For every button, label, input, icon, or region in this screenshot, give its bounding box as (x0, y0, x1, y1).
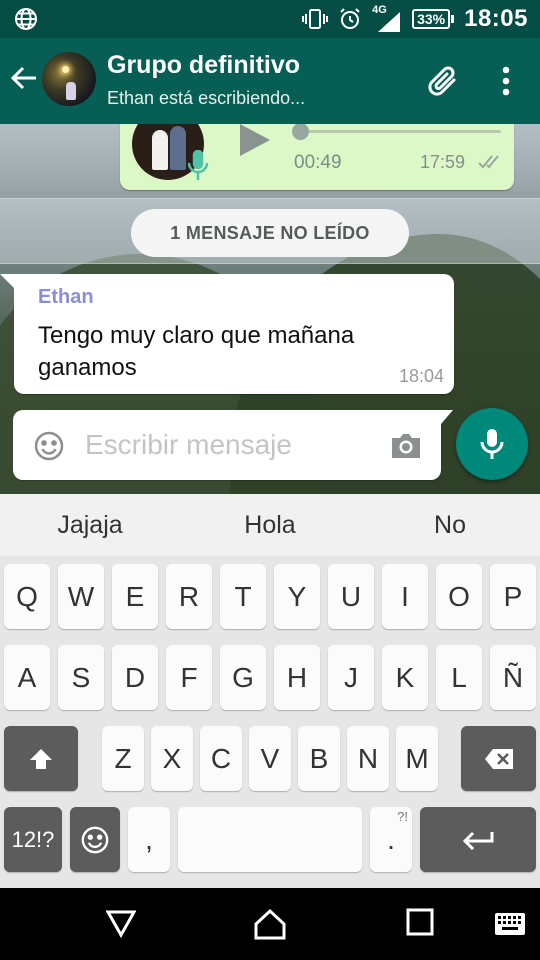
key-l[interactable]: L (436, 645, 482, 710)
key-v[interactable]: V (249, 726, 291, 791)
chat-header: Grupo definitivo Ethan está escribiendo.… (0, 38, 540, 124)
typing-status[interactable]: Ethan está escribiendo... (107, 88, 305, 109)
attach-icon[interactable] (426, 64, 462, 100)
compose-tail (441, 410, 453, 424)
photo-figure-1 (152, 130, 168, 170)
home-nav-icon[interactable] (254, 908, 286, 940)
avatar-figure (66, 82, 76, 100)
shift-arrow-icon (30, 748, 52, 769)
key-n-tilde[interactable]: Ñ (490, 645, 536, 710)
mic-small-icon (187, 150, 209, 180)
enter-icon (462, 831, 494, 850)
back-arrow-icon[interactable] (10, 64, 38, 92)
suggestion-1[interactable]: Jajaja (0, 494, 180, 556)
key-f[interactable]: F (166, 645, 212, 710)
key-y[interactable]: Y (274, 564, 320, 629)
message-sender[interactable]: Ethan (38, 286, 94, 309)
key-e[interactable]: E (112, 564, 158, 629)
status-bar: 4G 33% 18:05 (0, 0, 540, 38)
camera-icon[interactable] (389, 432, 423, 460)
alarm-icon (340, 8, 360, 29)
chat-area[interactable]: 00:49 17:59 1 MENSAJE NO LEÍDO Ethan Ten… (0, 124, 540, 494)
key-o[interactable]: O (436, 564, 482, 629)
unread-messages-badge: 1 MENSAJE NO LEÍDO (131, 209, 409, 257)
message-input[interactable] (85, 425, 385, 465)
key-j[interactable]: J (328, 645, 374, 710)
photo-figure-2 (170, 126, 186, 170)
comma-key[interactable]: , (128, 807, 170, 872)
key-h[interactable]: H (274, 645, 320, 710)
audio-progress-track[interactable] (296, 130, 501, 133)
incoming-message[interactable]: Ethan Tengo muy claro que mañana ganamos… (0, 274, 454, 394)
key-w[interactable]: W (58, 564, 104, 629)
key-p[interactable]: P (490, 564, 536, 629)
keyboard: Q W E R T Y U I O P A S D F G H J K L Ñ … (0, 556, 540, 888)
globe-icon (15, 8, 37, 30)
navigation-bar (0, 888, 540, 960)
voice-record-button[interactable] (456, 408, 528, 480)
key-s[interactable]: S (58, 645, 104, 710)
suggestion-2[interactable]: Hola (180, 494, 360, 556)
shift-key[interactable] (4, 726, 78, 791)
period-key-label: . (387, 823, 395, 855)
microphone-icon (480, 429, 504, 459)
battery-indicator: 33% (412, 9, 455, 29)
message-text: Tengo muy claro que mañana ganamos (38, 322, 355, 381)
emoji-key[interactable] (70, 807, 120, 872)
back-nav-icon[interactable] (106, 908, 136, 938)
compose-box (13, 410, 453, 480)
period-key-alt: ?! (397, 809, 408, 824)
vibrate-icon (302, 9, 329, 29)
key-c[interactable]: C (200, 726, 242, 791)
message-time: 18:04 (398, 366, 444, 386)
network-signal: 4G (372, 4, 402, 32)
keyboard-switch-icon[interactable] (494, 912, 526, 936)
avatar-light (62, 66, 69, 73)
double-check-icon (478, 155, 499, 169)
more-options-icon[interactable] (494, 66, 518, 96)
voice-duration: 00:49 (294, 152, 342, 173)
key-d[interactable]: D (112, 645, 158, 710)
recents-nav-icon[interactable] (406, 908, 434, 936)
bubble-tail (0, 274, 14, 288)
status-time: 18:05 (464, 5, 528, 32)
group-avatar[interactable] (42, 52, 96, 106)
signal-icon (378, 12, 401, 32)
audio-progress-thumb[interactable] (292, 124, 309, 140)
battery-tip (451, 15, 455, 23)
key-q[interactable]: Q (4, 564, 50, 629)
key-a[interactable]: A (4, 645, 50, 710)
emoji-icon[interactable] (33, 430, 65, 462)
key-i[interactable]: I (382, 564, 428, 629)
key-z[interactable]: Z (102, 726, 144, 791)
key-x[interactable]: X (151, 726, 193, 791)
key-r[interactable]: R (166, 564, 212, 629)
key-g[interactable]: G (220, 645, 266, 710)
period-key[interactable]: . ?! (370, 807, 412, 872)
unread-separator: 1 MENSAJE NO LEÍDO (0, 198, 540, 264)
suggestion-strip: Jajaja Hola No (0, 494, 540, 556)
key-u[interactable]: U (328, 564, 374, 629)
play-icon[interactable] (238, 124, 272, 158)
backspace-icon (484, 748, 513, 769)
voice-message-time: 17:59 (420, 152, 466, 172)
enter-key[interactable] (420, 807, 536, 872)
key-n[interactable]: N (347, 726, 389, 791)
outgoing-voice-message[interactable]: 00:49 17:59 (120, 124, 514, 190)
key-b[interactable]: B (298, 726, 340, 791)
battery-percent: 33% (412, 9, 451, 29)
emoji-key-icon (81, 826, 109, 853)
key-t[interactable]: T (220, 564, 266, 629)
space-key[interactable] (178, 807, 362, 872)
symbols-key[interactable]: 12!? (4, 807, 62, 872)
backspace-key[interactable] (461, 726, 536, 791)
suggestion-3[interactable]: No (360, 494, 540, 556)
key-m[interactable]: M (396, 726, 438, 791)
key-k[interactable]: K (382, 645, 428, 710)
chat-title[interactable]: Grupo definitivo (107, 51, 300, 80)
